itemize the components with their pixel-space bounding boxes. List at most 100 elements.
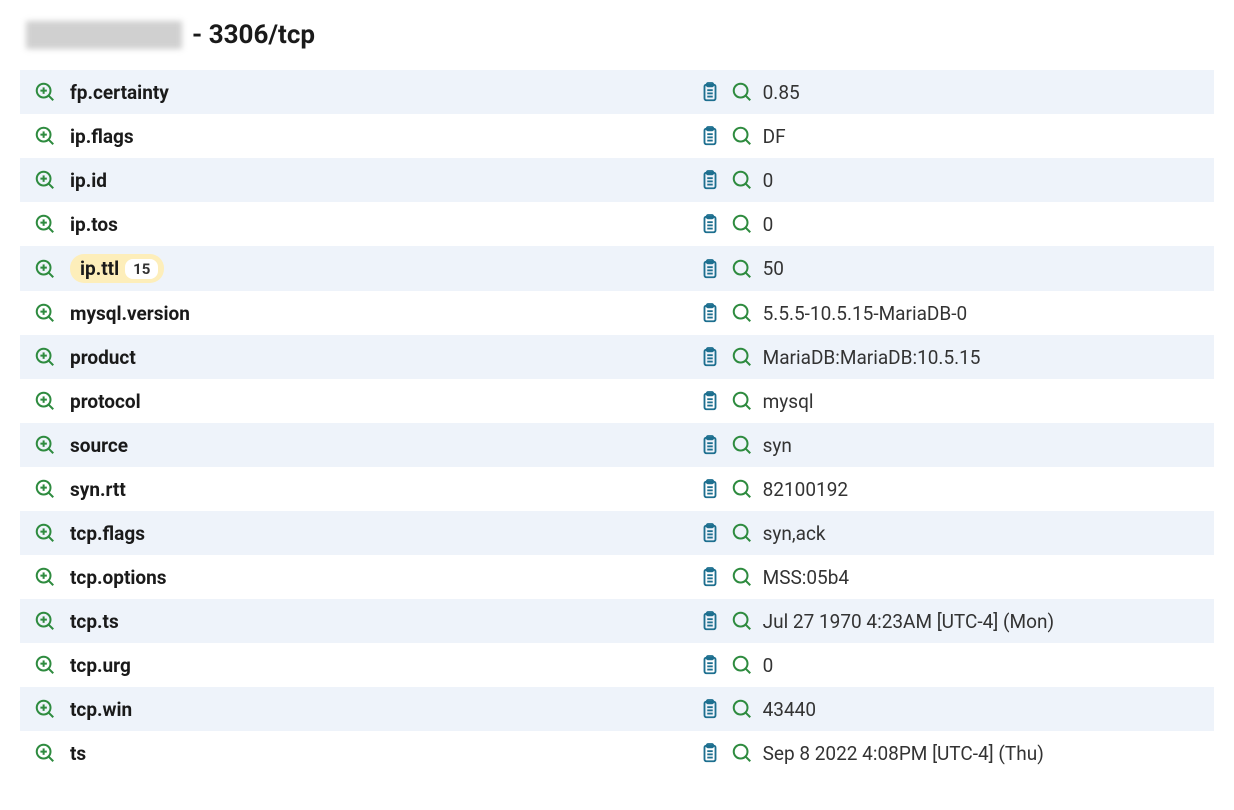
row-value: 0.85 — [763, 81, 800, 104]
zoom-plus-icon[interactable] — [34, 213, 56, 235]
port-title: - 3306/tcp — [192, 20, 315, 50]
zoom-icon[interactable] — [731, 434, 753, 456]
clipboard-icon[interactable] — [699, 654, 721, 676]
value-cell: 82100192 — [699, 478, 1200, 501]
row-value: 5.5.5-10.5.15-MariaDB-0 — [763, 302, 968, 325]
key-cell: tcp.urg — [34, 654, 699, 677]
row-key: product — [70, 346, 136, 369]
zoom-icon[interactable] — [731, 654, 753, 676]
value-cell: 0.85 — [699, 81, 1200, 104]
clipboard-icon[interactable] — [699, 566, 721, 588]
row-key: ip.flags — [70, 125, 134, 148]
clipboard-icon[interactable] — [699, 258, 721, 280]
clipboard-icon[interactable] — [699, 169, 721, 191]
clipboard-icon[interactable] — [699, 434, 721, 456]
key-cell: ip.tos — [34, 213, 699, 236]
zoom-icon[interactable] — [731, 125, 753, 147]
key-cell: fp.certainty — [34, 81, 699, 104]
zoom-plus-icon[interactable] — [34, 169, 56, 191]
clipboard-icon[interactable] — [699, 125, 721, 147]
zoom-icon[interactable] — [731, 258, 753, 280]
zoom-icon[interactable] — [731, 566, 753, 588]
zoom-plus-icon[interactable] — [34, 654, 56, 676]
clipboard-icon[interactable] — [699, 742, 721, 764]
row-value: Sep 8 2022 4:08PM [UTC-4] (Thu) — [763, 742, 1044, 765]
row-key: ip.ttl — [80, 257, 119, 280]
zoom-icon[interactable] — [731, 698, 753, 720]
zoom-plus-icon[interactable] — [34, 302, 56, 324]
zoom-plus-icon[interactable] — [34, 390, 56, 412]
row-value: syn,ack — [763, 522, 826, 545]
zoom-plus-icon[interactable] — [34, 522, 56, 544]
clipboard-icon[interactable] — [699, 390, 721, 412]
zoom-icon[interactable] — [731, 302, 753, 324]
table-row: tcp.win 43440 — [20, 687, 1214, 731]
table-row: tcp.options MSS:05b4 — [20, 555, 1214, 599]
clipboard-icon[interactable] — [699, 478, 721, 500]
key-wrap: ip.flags — [70, 125, 134, 148]
properties-table: fp.certainty 0.85 — [20, 70, 1214, 775]
table-row: ip.tos 0 — [20, 202, 1214, 246]
key-wrap: tcp.ts — [70, 610, 119, 633]
zoom-icon[interactable] — [731, 213, 753, 235]
clipboard-icon[interactable] — [699, 346, 721, 368]
clipboard-icon[interactable] — [699, 302, 721, 324]
zoom-plus-icon[interactable] — [34, 478, 56, 500]
page-header: - 3306/tcp — [20, 20, 1214, 50]
value-cell: MSS:05b4 — [699, 566, 1200, 589]
row-value: 43440 — [763, 698, 816, 721]
table-row: tcp.flags syn,ack — [20, 511, 1214, 555]
table-row: protocol mysql — [20, 379, 1214, 423]
zoom-plus-icon[interactable] — [34, 742, 56, 764]
clipboard-icon[interactable] — [699, 81, 721, 103]
row-value: mysql — [763, 390, 814, 413]
zoom-icon[interactable] — [731, 169, 753, 191]
zoom-plus-icon[interactable] — [34, 125, 56, 147]
table-row: mysql.version 5.5.5-10.5.15-MariaDB- — [20, 291, 1214, 335]
row-key: ip.id — [70, 169, 107, 192]
zoom-icon[interactable] — [731, 346, 753, 368]
clipboard-icon[interactable] — [699, 610, 721, 632]
zoom-icon[interactable] — [731, 390, 753, 412]
key-cell: ip.ttl 15 — [34, 254, 699, 283]
key-wrap: tcp.flags — [70, 522, 145, 545]
zoom-icon[interactable] — [731, 522, 753, 544]
key-cell: tcp.win — [34, 698, 699, 721]
row-value: MariaDB:MariaDB:10.5.15 — [763, 346, 981, 369]
value-cell: 43440 — [699, 698, 1200, 721]
key-wrap: product — [70, 346, 136, 369]
row-key: fp.certainty — [70, 81, 169, 104]
clipboard-icon[interactable] — [699, 213, 721, 235]
table-row: ts Sep 8 2022 4:08PM [UTC-4] (Thu) — [20, 731, 1214, 775]
clipboard-icon[interactable] — [699, 522, 721, 544]
value-cell: 0 — [699, 169, 1200, 192]
zoom-plus-icon[interactable] — [34, 81, 56, 103]
table-row: syn.rtt 82100192 — [20, 467, 1214, 511]
key-cell: source — [34, 434, 699, 457]
zoom-icon[interactable] — [731, 81, 753, 103]
key-wrap: ip.ttl 15 — [70, 254, 164, 283]
zoom-icon[interactable] — [731, 610, 753, 632]
table-row: product MariaDB:MariaDB:10.5.15 — [20, 335, 1214, 379]
key-wrap: protocol — [70, 390, 141, 413]
clipboard-icon[interactable] — [699, 698, 721, 720]
zoom-plus-icon[interactable] — [34, 698, 56, 720]
row-key: tcp.win — [70, 698, 132, 721]
zoom-plus-icon[interactable] — [34, 566, 56, 588]
table-row: tcp.ts Jul 27 1970 4:23AM [UTC-4] (M — [20, 599, 1214, 643]
zoom-plus-icon[interactable] — [34, 434, 56, 456]
zoom-plus-icon[interactable] — [34, 258, 56, 280]
key-wrap: tcp.options — [70, 566, 167, 589]
row-key: ip.tos — [70, 213, 118, 236]
key-cell: syn.rtt — [34, 478, 699, 501]
value-cell: 0 — [699, 654, 1200, 677]
table-row: ip.flags DF — [20, 114, 1214, 158]
zoom-icon[interactable] — [731, 742, 753, 764]
value-cell: MariaDB:MariaDB:10.5.15 — [699, 346, 1200, 369]
row-key: ts — [70, 742, 86, 765]
zoom-icon[interactable] — [731, 478, 753, 500]
zoom-plus-icon[interactable] — [34, 346, 56, 368]
zoom-plus-icon[interactable] — [34, 610, 56, 632]
key-cell: protocol — [34, 390, 699, 413]
row-key: tcp.ts — [70, 610, 119, 633]
